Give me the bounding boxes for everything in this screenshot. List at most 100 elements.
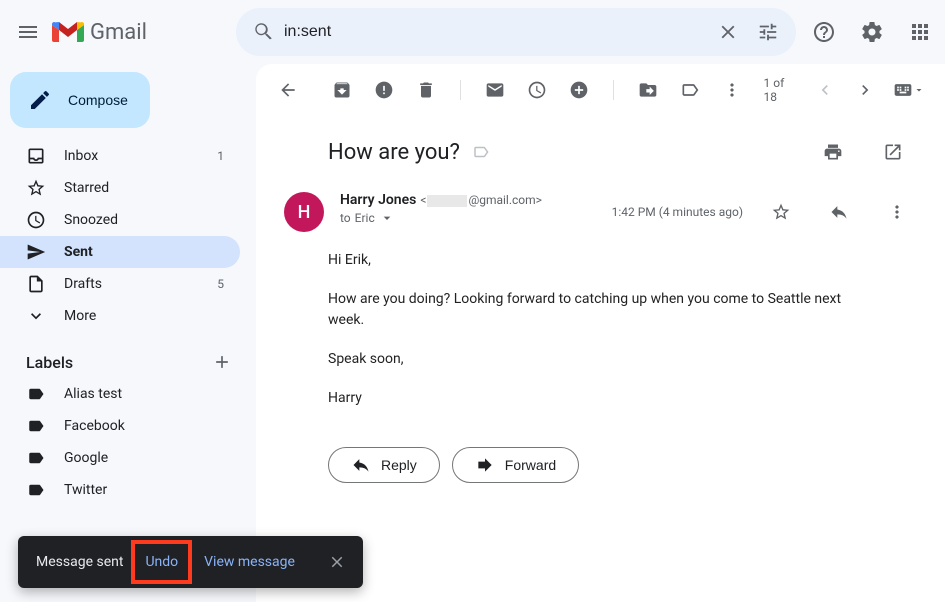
support-button[interactable] [804, 12, 844, 52]
body-line: Harry [328, 388, 873, 409]
label-icon [26, 384, 46, 404]
compose-button[interactable]: Compose [10, 72, 150, 128]
sender-avatar[interactable]: H [284, 192, 324, 232]
recipient-line[interactable]: to Eric [340, 210, 596, 226]
forward-icon [475, 455, 495, 475]
toast-undo-link[interactable]: Undo [145, 554, 178, 570]
reply-button[interactable]: Reply [328, 447, 440, 483]
prev-page-button[interactable] [809, 70, 841, 110]
redacted-email-icon [427, 195, 467, 207]
main-menu-button[interactable] [16, 8, 40, 56]
search-icon [253, 21, 275, 43]
sidebar-item-label: Snoozed [64, 212, 118, 228]
sender-email: <@gmail.com> [420, 193, 542, 207]
label-icon [26, 416, 46, 436]
send-icon [26, 242, 46, 262]
more-vert-icon [722, 80, 742, 100]
labels-button[interactable] [670, 70, 710, 110]
label-outline-icon [680, 80, 700, 100]
sidebar-item-count: 1 [217, 149, 224, 163]
caret-down-icon [913, 84, 925, 96]
reply-icon-button[interactable] [819, 192, 859, 232]
sidebar-item-label: Starred [64, 180, 109, 196]
message-subject: How are you? [328, 140, 460, 165]
search-clear-button[interactable] [708, 12, 748, 52]
sidebar-item-starred[interactable]: Starred [0, 172, 240, 204]
message-more-button[interactable] [877, 192, 917, 232]
label-icon [26, 448, 46, 468]
keyboard-icon [893, 80, 913, 100]
reply-icon [351, 455, 371, 475]
open-new-window-button[interactable] [873, 132, 913, 172]
clock-icon [527, 80, 547, 100]
spam-icon [374, 80, 394, 100]
search-button[interactable] [244, 12, 284, 52]
label-item-twitter[interactable]: Twitter [0, 474, 240, 506]
print-icon [823, 142, 843, 162]
main-panel: 1 of 18 How are you? H [256, 64, 945, 602]
sidebar-item-drafts[interactable]: Drafts 5 [0, 268, 240, 300]
label-item-facebook[interactable]: Facebook [0, 410, 240, 442]
sidebar-item-inbox[interactable]: Inbox 1 [0, 140, 240, 172]
page-count: 1 of 18 [764, 76, 794, 104]
important-marker-icon[interactable] [472, 143, 490, 161]
search-options-button[interactable] [748, 12, 788, 52]
clock-icon [26, 210, 46, 230]
add-to-tasks-button[interactable] [559, 70, 599, 110]
snooze-button[interactable] [517, 70, 557, 110]
archive-icon [332, 80, 352, 100]
label-item-google[interactable]: Google [0, 442, 240, 474]
input-tools-button[interactable] [889, 70, 929, 110]
report-spam-button[interactable] [364, 70, 404, 110]
message-toolbar: 1 of 18 [256, 64, 945, 112]
close-icon [328, 553, 346, 571]
tune-icon [757, 21, 779, 43]
label-text: Twitter [64, 482, 107, 498]
delete-button[interactable] [406, 70, 446, 110]
back-button[interactable] [272, 70, 304, 110]
toast-text: Message sent [36, 554, 123, 570]
more-actions-button[interactable] [712, 70, 752, 110]
sidebar-item-label: Inbox [64, 148, 98, 164]
sidebar-item-more[interactable]: More [0, 300, 240, 332]
star-icon [26, 178, 46, 198]
apps-button[interactable] [900, 12, 940, 52]
labels-heading: Labels [26, 353, 73, 372]
pencil-icon [28, 88, 52, 112]
sidebar-item-count: 5 [217, 277, 224, 291]
sidebar-item-snoozed[interactable]: Snoozed [0, 204, 240, 236]
mail-icon [485, 80, 505, 100]
sidebar-item-label: More [64, 308, 96, 324]
inbox-icon [26, 146, 46, 166]
label-text: Google [64, 450, 108, 466]
print-button[interactable] [813, 132, 853, 172]
move-to-button[interactable] [628, 70, 668, 110]
add-label-button[interactable] [212, 352, 232, 372]
star-message-button[interactable] [761, 192, 801, 232]
search-input[interactable] [284, 23, 708, 41]
label-item-alias-test[interactable]: Alias test [0, 378, 240, 410]
more-vert-icon [887, 202, 907, 222]
sidebar-item-sent[interactable]: Sent [0, 236, 240, 268]
open-in-new-icon [883, 142, 903, 162]
arrow-back-icon [278, 80, 298, 100]
toast-close-button[interactable] [321, 546, 353, 578]
search-bar[interactable] [236, 8, 796, 56]
gmail-logo[interactable]: Gmail [48, 20, 208, 45]
message-timestamp: 1:42 PM (4 minutes ago) [612, 205, 743, 219]
forward-button[interactable]: Forward [452, 447, 579, 483]
star-outline-icon [771, 202, 791, 222]
chevron-down-icon [26, 306, 46, 326]
next-page-button[interactable] [849, 70, 881, 110]
sidebar-item-label: Sent [64, 244, 93, 260]
settings-button[interactable] [852, 12, 892, 52]
trash-icon [416, 80, 436, 100]
close-icon [717, 21, 739, 43]
archive-button[interactable] [322, 70, 362, 110]
toast-view-message-link[interactable]: View message [204, 554, 295, 570]
body-line: Hi Erik, [328, 250, 873, 271]
reply-icon [829, 202, 849, 222]
sidebar-item-label: Drafts [64, 276, 102, 292]
body-line: How are you doing? Looking forward to ca… [328, 289, 873, 331]
mark-unread-button[interactable] [475, 70, 515, 110]
